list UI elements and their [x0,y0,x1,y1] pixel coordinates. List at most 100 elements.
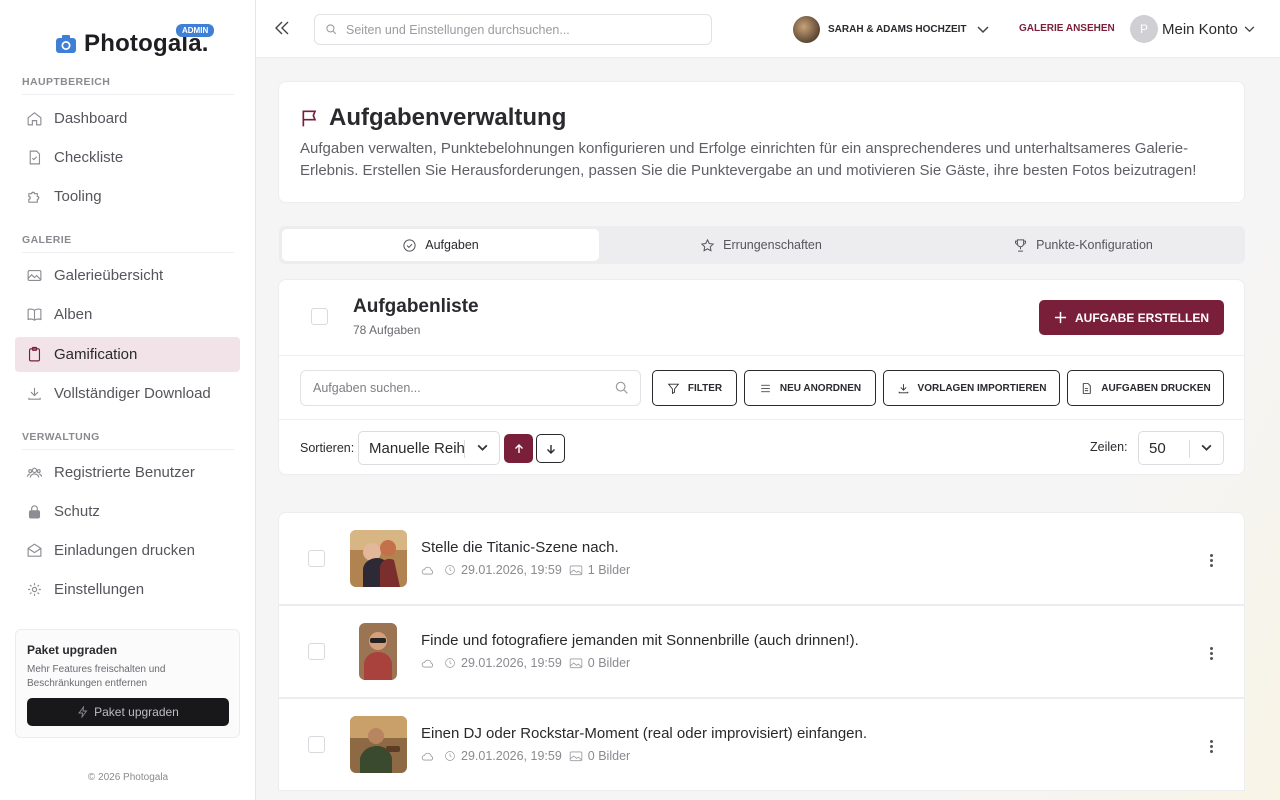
tab-errungenschaften[interactable]: Errungenschaften [601,229,921,261]
more-options-icon[interactable] [1204,736,1218,756]
menu-icon [761,384,770,392]
tasklist-card: Aufgabenliste 78 Aufgaben AUFGABE ERSTEL… [278,279,1245,475]
rows-per-page-select[interactable]: 50 [1138,431,1224,465]
divider [279,419,1245,420]
home-icon [27,112,42,126]
task-meta: 29.01.2026, 19:59 0 Bilder [421,749,630,763]
check-circle-icon [403,238,416,252]
sidebar-item-einladungen[interactable]: Einladungen drucken [15,533,240,568]
clipboard-icon [28,346,41,362]
chevron-down-icon [976,25,989,33]
upgrade-button[interactable]: Paket upgraden [27,698,229,726]
table-row[interactable]: Einen DJ oder Rockstar-Moment (real oder… [278,698,1245,791]
plus-icon [1054,311,1067,324]
divider [22,449,234,450]
camera-icon [56,35,76,53]
page-header-card: Aufgabenverwaltung Aufgaben verwalten, P… [278,81,1245,203]
import-templates-label: VORLAGEN IMPORTIEREN [917,382,1047,394]
row-checkbox[interactable] [308,736,325,753]
task-title: Einen DJ oder Rockstar-Moment (real oder… [421,725,868,742]
sort-ascending-button[interactable] [504,434,533,463]
sort-descending-button[interactable] [536,434,565,463]
trophy-icon [1015,238,1027,252]
rows-value: 50 [1149,439,1166,457]
view-gallery-link[interactable]: GALERIE ANSEHEN [1019,23,1115,34]
image-icon [27,269,42,282]
star-icon [700,238,715,252]
task-date: 29.01.2026, 19:59 [461,656,562,670]
cloud-icon [421,566,434,575]
clock-icon [445,751,455,761]
sidebar-item-checkliste[interactable]: Checkliste [15,140,240,175]
sidebar-item-galerieuebersicht[interactable]: Galerieübersicht [15,258,240,293]
image-icon [569,751,583,762]
tab-punkte-konfiguration[interactable]: Punkte-Konfiguration [923,229,1243,261]
image-icon [569,658,583,669]
collapse-sidebar-icon[interactable] [274,20,290,36]
filter-button[interactable]: FILTER [652,370,737,406]
task-thumbnail [350,716,407,773]
global-search[interactable] [314,14,712,45]
task-thumbnail [350,530,407,587]
sidebar-item-label: Einladungen drucken [54,542,195,559]
sidebar-item-schutz[interactable]: Schutz [15,494,240,529]
sidebar-item-label: Alben [54,306,93,323]
flag-icon [302,110,317,127]
task-image-count: 0 Bilder [587,749,631,763]
sidebar-item-dashboard[interactable]: Dashboard [15,101,240,136]
divider [464,440,465,458]
sidebar-item-alben[interactable]: Alben [15,297,240,332]
print-tasks-button[interactable]: AUFGABEN DRUCKEN [1067,370,1224,406]
image-icon [569,565,583,576]
users-icon [26,467,43,478]
task-date: 29.01.2026, 19:59 [461,749,562,763]
tab-label: Aufgaben [425,238,479,252]
row-checkbox[interactable] [308,643,325,660]
select-all-checkbox[interactable] [311,308,328,325]
event-avatar [793,16,820,43]
mail-icon [27,543,42,557]
section-label-hauptbereich: HAUPTBEREICH [22,76,111,88]
sidebar-item-label: Checkliste [54,149,124,166]
page-title: Aufgabenverwaltung [329,104,567,131]
cloud-icon [421,659,434,668]
account-label: Mein Konto [1162,20,1238,38]
upgrade-card: Paket upgraden Mehr Features freischalte… [15,629,240,738]
puzzle-icon [28,191,40,203]
sidebar-item-label: Galerieübersicht [54,267,164,284]
row-checkbox[interactable] [308,550,325,567]
sort-select[interactable]: Manuelle Reihenfolge [358,431,500,465]
account-menu[interactable]: P Mein Konto [1130,15,1255,43]
more-options-icon[interactable] [1204,550,1218,570]
task-search-input[interactable] [313,381,593,395]
sidebar-item-registrierte-benutzer[interactable]: Registrierte Benutzer [15,455,240,490]
page-description: Aufgaben verwalten, Punktebelohnungen ko… [300,140,1197,179]
create-task-button[interactable]: AUFGABE ERSTELLEN [1039,300,1224,335]
copyright: © 2026 Photogala [87,772,169,783]
sidebar-item-gamification[interactable]: Gamification [15,337,240,372]
lightning-icon [78,706,88,718]
event-switcher[interactable]: SARAH & ADAMS HOCHZEIT [793,16,989,43]
upgrade-title: Paket upgraden [27,643,118,657]
global-search-input[interactable] [346,22,706,37]
divider [1189,440,1190,458]
tasklist-count: 78 Aufgaben [353,323,421,337]
tab-aufgaben[interactable]: Aufgaben [282,229,599,261]
table-row[interactable]: Finde und fotografiere jemanden mit Sonn… [278,605,1245,698]
more-options-icon[interactable] [1204,643,1218,663]
sidebar-item-tooling[interactable]: Tooling [15,179,240,214]
event-name: SARAH & ADAMS HOCHZEIT [828,24,967,35]
table-row[interactable]: Stelle die Titanic-Szene nach. 29.01.202… [278,512,1245,605]
task-date: 29.01.2026, 19:59 [461,563,562,577]
task-title: Stelle die Titanic-Szene nach. [421,539,619,556]
tab-label: Errungenschaften [723,238,822,252]
reorder-button[interactable]: NEU ANORDNEN [744,370,876,406]
search-icon [615,381,628,394]
task-search[interactable] [300,370,641,406]
task-image-count: 1 Bilder [587,563,631,577]
sidebar-item-einstellungen[interactable]: Einstellungen [15,572,240,607]
task-title: Finde und fotografiere jemanden mit Sonn… [421,632,859,649]
sidebar-item-download[interactable]: Vollständiger Download [15,376,240,411]
task-image-count: 0 Bilder [587,656,631,670]
import-templates-button[interactable]: VORLAGEN IMPORTIEREN [883,370,1060,406]
